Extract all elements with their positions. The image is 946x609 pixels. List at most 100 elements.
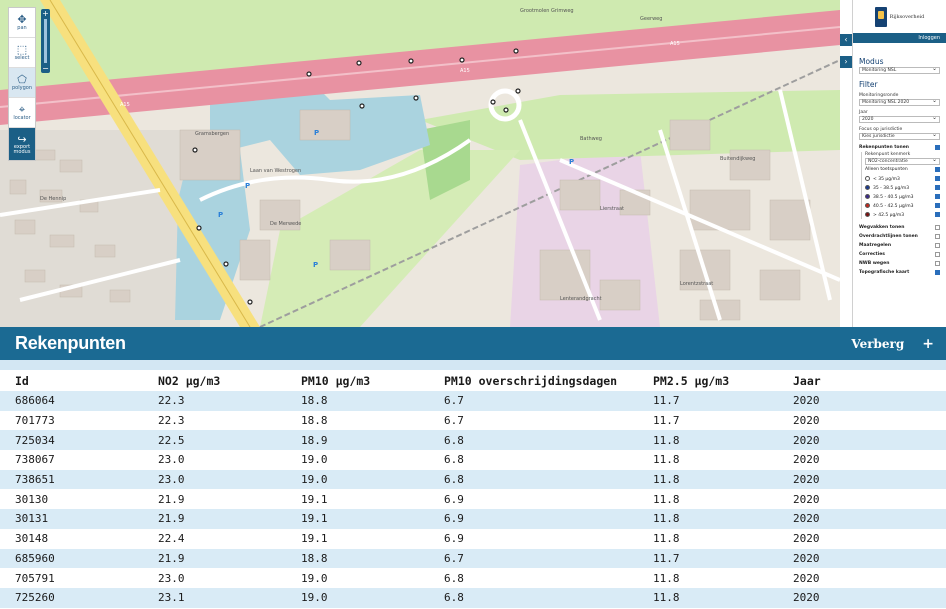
table-cell: 22.4	[158, 532, 185, 546]
legend-checkbox[interactable]	[935, 176, 940, 181]
legend-checkbox[interactable]	[935, 203, 940, 208]
table-row[interactable]: 685960 21.9 18.8 6.7 11.7 2020	[0, 548, 946, 569]
ronde-label: Monitoringsronde	[859, 93, 899, 98]
table-cell: 11.8	[653, 532, 680, 546]
column-header[interactable]: PM10 overschrijdingsdagen	[444, 370, 653, 391]
map-label-a15-1: A15	[460, 68, 470, 74]
locator-tool[interactable]: ⌖ locator	[9, 98, 35, 128]
share-arrow-icon: ↪	[17, 132, 27, 146]
layer-checkbox[interactable]	[935, 243, 940, 248]
polygon-tool[interactable]: ⬠ polygon	[9, 68, 35, 98]
layer-checkbox[interactable]	[935, 234, 940, 239]
zoom-out-button[interactable]: −	[41, 64, 50, 73]
layer-checkbox[interactable]	[935, 270, 940, 275]
table-cell: 11.8	[653, 453, 680, 467]
legend-checkbox[interactable]	[935, 194, 940, 199]
table-cell: 23.0	[158, 453, 185, 467]
table-row[interactable]: 725260 23.1 19.0 6.8 11.8 2020	[0, 587, 946, 608]
map-canvas[interactable]: A15 A15 A15 Laan van Westrogen De Hennip…	[0, 0, 840, 327]
table-cell: 22.5	[158, 430, 301, 451]
kenmerk-select[interactable]: NO2-concentratie	[865, 157, 940, 165]
kenmerk-label: Rekenpunt kenmerk	[865, 152, 911, 157]
alleen-toetspunten-checkbox[interactable]	[935, 167, 940, 172]
table-cell: 6.9	[444, 492, 464, 506]
rekenpunten-checkbox[interactable]	[935, 145, 940, 150]
select-tool[interactable]: ⬚ select	[9, 38, 35, 68]
modus-select[interactable]: Monitoring NSL	[859, 66, 940, 74]
hide-button[interactable]: Verberg	[851, 337, 904, 351]
parking-icon: P	[314, 129, 319, 137]
map-view[interactable]: A15 A15 A15 Laan van Westrogen De Hennip…	[0, 0, 840, 327]
export-label: export modus	[13, 143, 31, 155]
column-header[interactable]: Id	[0, 370, 158, 391]
zoom-track[interactable]	[44, 19, 47, 63]
legend-item[interactable]: 38.5 - 40.5 µg/m3	[865, 192, 940, 201]
export-mode-tool[interactable]: ↪ export modus	[9, 128, 35, 160]
legend-dot-icon	[865, 175, 870, 181]
table-row[interactable]: 738651 23.0 19.0 6.8 11.8 2020	[0, 469, 946, 490]
map-label-street-8: Lenterandgracht	[560, 296, 602, 302]
legend-item[interactable]: < 35 µg/m3	[865, 174, 940, 183]
column-header[interactable]: PM2.5 µg/m3	[653, 370, 793, 391]
table-cell: 11.8	[653, 469, 793, 490]
table-cell: 6.8	[444, 469, 653, 490]
table-row[interactable]: 30148 22.4 19.1 6.9 11.8 2020	[0, 529, 946, 549]
table-row[interactable]: 701773 22.3 18.8 6.7 11.7 2020	[0, 411, 946, 431]
table-cell: 725034	[0, 430, 158, 451]
rekenpunten-toggle-row[interactable]: Rekenpunten tonen	[859, 143, 940, 152]
zoom-in-button[interactable]: +	[41, 9, 50, 18]
map-label-street-3: Bathweg	[580, 136, 602, 142]
layer-checkbox[interactable]	[935, 261, 940, 266]
table-cell: 11.8	[653, 430, 793, 451]
map-toolbar: ✥ pan ⬚ select ⬠ polygon ⌖ locator ↪ exp…	[8, 7, 36, 161]
zoom-slider[interactable]: + −	[41, 9, 50, 73]
alleen-toetspunten-row[interactable]: Alleen toetspunten	[865, 165, 940, 174]
column-header[interactable]: Jaar	[793, 370, 946, 391]
layer-toggle-row[interactable]: Correcties	[859, 250, 940, 259]
login-link[interactable]: Inloggen	[853, 33, 946, 43]
collapse-left-button[interactable]: ‹	[840, 34, 852, 46]
table-cell: 725260	[0, 587, 158, 608]
layer-toggle-row[interactable]: Topografische kaart	[859, 268, 940, 277]
table-row[interactable]: 686064 22.3 18.8 6.7 11.7 2020	[0, 391, 946, 411]
table-row[interactable]: 705791 23.0 19.0 6.8 11.8 2020	[0, 568, 946, 588]
table-cell: 2020	[793, 414, 820, 428]
pan-tool[interactable]: ✥ pan	[9, 8, 35, 38]
legend-item[interactable]: 40.5 - 42.5 µg/m3	[865, 201, 940, 210]
layer-toggle-row[interactable]: NWB wegen	[859, 259, 940, 268]
layer-toggle-row[interactable]: Overdrachtlijnen tonen	[859, 232, 940, 241]
legend-label: < 35 µg/m3	[873, 176, 900, 182]
table-cell: 19.0	[301, 453, 328, 467]
legend-checkbox[interactable]	[935, 185, 940, 190]
layer-toggle-label: Correcties	[859, 252, 885, 257]
table-row[interactable]: 738067 23.0 19.0 6.8 11.8 2020	[0, 450, 946, 470]
plus-button[interactable]: +	[922, 336, 934, 352]
layer-checkbox[interactable]	[935, 252, 940, 257]
legend-checkbox[interactable]	[935, 212, 940, 217]
ronde-select[interactable]: Monitoring NSL 2020	[859, 98, 940, 106]
legend-item[interactable]: 35 - 38.5 µg/m3	[865, 183, 940, 192]
table-row[interactable]: 30130 21.9 19.1 6.9 11.8 2020	[0, 489, 946, 509]
locator-label: locator	[13, 115, 31, 121]
table-cell: 11.8	[653, 509, 793, 529]
focus-select[interactable]: Kies jurisdictie	[859, 132, 940, 140]
table-row[interactable]: 725034 22.5 18.9 6.8 11.8 2020	[0, 430, 946, 451]
column-header[interactable]: NO2 µg/m3	[158, 370, 301, 391]
table-body: 686064 22.3 18.8 6.7 11.7 2020 701773 22.3 18.8 6…	[0, 391, 946, 608]
table-row[interactable]: 30131 21.9 19.1 6.9 11.8 2020	[0, 509, 946, 529]
parking-icon: P	[569, 158, 574, 166]
table-cell: 705791	[15, 571, 55, 585]
section-header: Rekenpunten Verberg +	[0, 327, 946, 360]
layer-toggle-row[interactable]: Maatregelen	[859, 241, 940, 250]
legend-item[interactable]: > 42.5 µg/m3	[865, 210, 940, 219]
expand-right-button[interactable]: ›	[840, 56, 852, 68]
table-cell: 18.8	[301, 414, 328, 428]
layer-toggle-label: Maatregelen	[859, 243, 892, 248]
layer-toggle-row[interactable]: Wegvakken tonen	[859, 223, 940, 232]
jaar-select[interactable]: 2020	[859, 115, 940, 123]
side-panel: Rijksoverheid Inloggen Modus Monitoring …	[852, 0, 946, 327]
table-cell: 2020	[793, 571, 820, 585]
table-cell: 738067	[15, 453, 55, 467]
column-header[interactable]: PM10 µg/m3	[301, 370, 444, 391]
layer-checkbox[interactable]	[935, 225, 940, 230]
